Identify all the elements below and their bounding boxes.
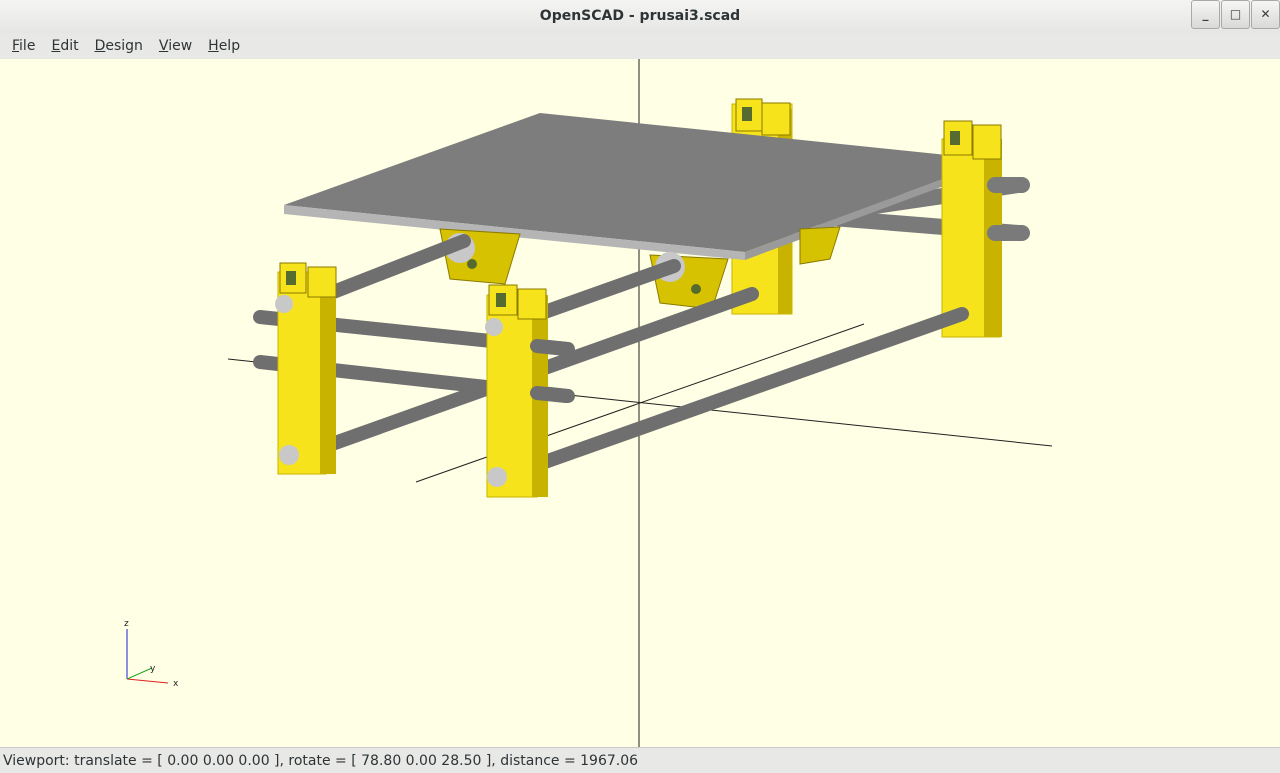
title-bar: OpenSCAD - prusai3.scad _ □ ✕ <box>0 0 1280 33</box>
frame-back-right <box>941 120 1030 338</box>
model-render: z x y <box>124 59 1053 747</box>
axis-z-label: z <box>124 619 129 629</box>
maximize-icon: □ <box>1229 7 1242 21</box>
axis-x-label: x <box>173 679 179 689</box>
viewport-status-text: Viewport: translate = [ 0.00 0.00 0.00 ]… <box>3 753 639 769</box>
print-bed <box>284 113 995 260</box>
smooth-rods <box>253 234 969 486</box>
menu-bar: File Edit Design View Help <box>0 33 1280 59</box>
axis-y-label: y <box>150 664 156 674</box>
menu-view[interactable]: View <box>151 33 200 59</box>
window-controls: _ □ ✕ <box>1190 0 1280 30</box>
window-title: OpenSCAD - prusai3.scad <box>539 8 741 24</box>
menu-help[interactable]: Help <box>200 33 248 59</box>
axes-indicator: z x y <box>124 619 179 689</box>
menu-file[interactable]: File <box>4 33 43 59</box>
menu-edit[interactable]: Edit <box>43 33 86 59</box>
menu-design[interactable]: Design <box>87 33 151 59</box>
frame-front-left <box>275 262 337 475</box>
status-bar: Viewport: translate = [ 0.00 0.00 0.00 ]… <box>0 747 1280 773</box>
close-button[interactable]: ✕ <box>1251 0 1280 29</box>
close-icon: ✕ <box>1260 7 1271 21</box>
3d-viewport[interactable]: z x y <box>0 59 1280 747</box>
maximize-button[interactable]: □ <box>1221 0 1250 29</box>
minimize-icon: _ <box>1202 7 1209 21</box>
minimize-button[interactable]: _ <box>1191 0 1220 29</box>
